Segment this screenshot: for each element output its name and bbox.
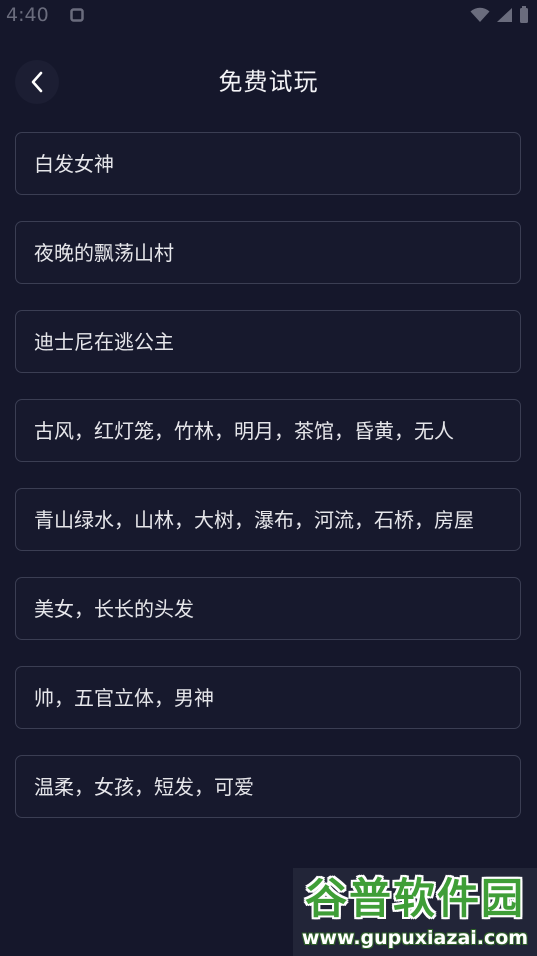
prompt-item-2[interactable]: 夜晚的飘荡山村	[15, 221, 521, 284]
prompt-item-label: 美女，长长的头发	[34, 596, 194, 621]
prompt-item-1[interactable]: 白发女神	[15, 132, 521, 195]
prompt-item-label: 帅，五官立体，男神	[34, 685, 214, 710]
prompt-item-7[interactable]: 帅，五官立体，男神	[15, 666, 521, 729]
prompt-item-label: 温柔，女孩，短发，可爱	[34, 774, 254, 799]
prompt-item-6[interactable]: 美女，长长的头发	[15, 577, 521, 640]
status-time: 4:40	[6, 4, 49, 26]
app-screen: 4:40 免费试玩 白发女神 夜晚的飘荡山村 迪士尼在逃公主 古风，红灯笼，竹林…	[0, 0, 537, 956]
prompt-item-label: 古风，红灯笼，竹林，明月，茶馆，昏黄，无人	[34, 418, 454, 443]
notification-square-icon	[70, 8, 84, 22]
prompt-item-3[interactable]: 迪士尼在逃公主	[15, 310, 521, 373]
status-icons	[470, 5, 529, 25]
prompt-item-label: 青山绿水，山林，大树，瀑布，河流，石桥，房屋	[34, 507, 474, 532]
signal-icon	[497, 8, 512, 22]
prompt-item-label: 白发女神	[34, 151, 114, 176]
watermark-name: 谷普软件园	[304, 874, 525, 923]
wifi-icon	[470, 7, 490, 22]
watermark-logo: 谷普软件园 www.gupuxiazai.com	[293, 868, 537, 956]
prompt-item-4[interactable]: 古风，红灯笼，竹林，明月，茶馆，昏黄，无人	[15, 399, 521, 462]
prompt-item-label: 夜晚的飘荡山村	[34, 240, 174, 265]
prompt-list: 白发女神 夜晚的飘荡山村 迪士尼在逃公主 古风，红灯笼，竹林，明月，茶馆，昏黄，…	[15, 132, 521, 844]
prompt-item-8[interactable]: 温柔，女孩，短发，可爱	[15, 755, 521, 818]
page-title: 免费试玩	[218, 68, 319, 96]
watermark-url: www.gupuxiazai.com	[301, 927, 529, 949]
prompt-item-5[interactable]: 青山绿水，山林，大树，瀑布，河流，石桥，房屋	[15, 488, 521, 551]
prompt-item-label: 迪士尼在逃公主	[34, 329, 174, 354]
battery-icon	[520, 6, 528, 23]
